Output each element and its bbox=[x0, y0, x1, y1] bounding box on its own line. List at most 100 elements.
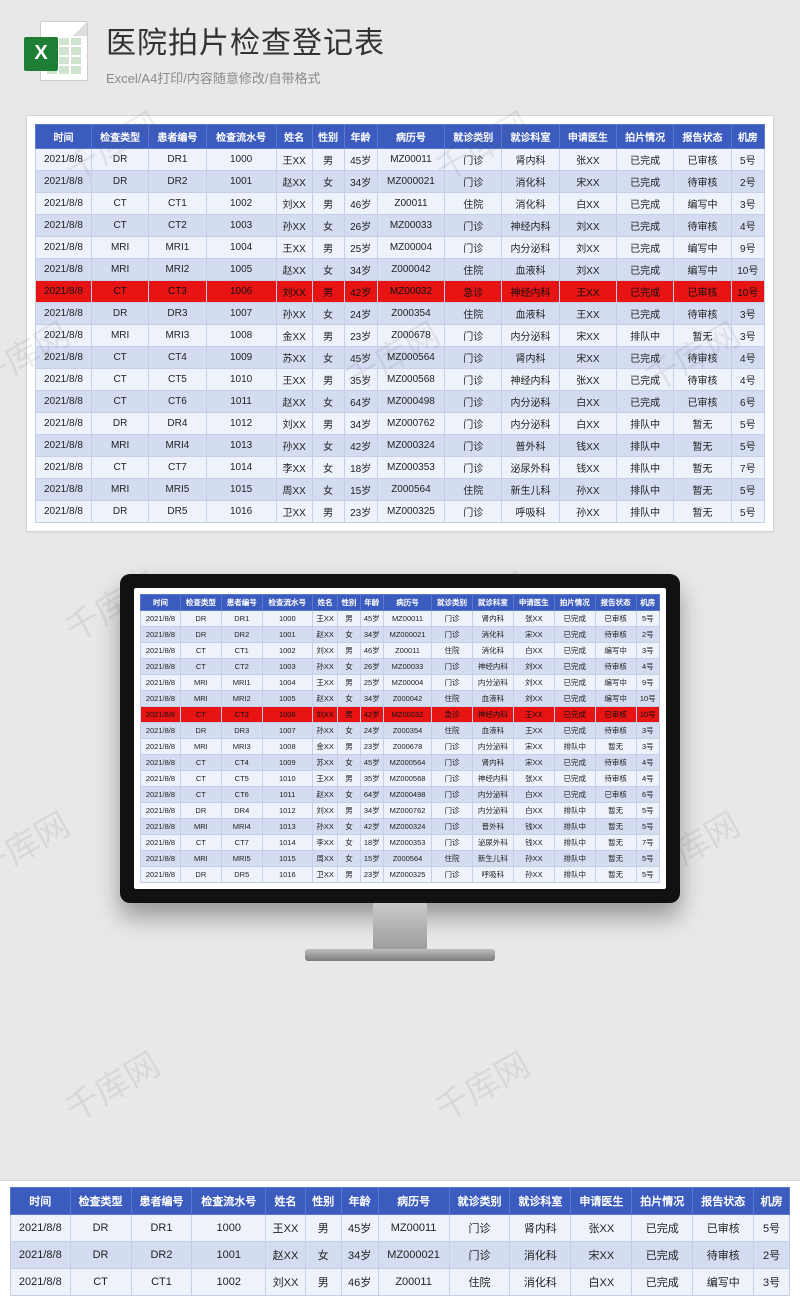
table-cell: DR1 bbox=[131, 1215, 192, 1242]
table-cell: MZ000568 bbox=[383, 771, 431, 787]
table-cell: 门诊 bbox=[432, 803, 473, 819]
table-cell: 门诊 bbox=[432, 675, 473, 691]
table-cell: 男 bbox=[312, 149, 344, 171]
table-cell: 1015 bbox=[262, 851, 312, 867]
table-cell: 6号 bbox=[636, 787, 659, 803]
table-cell: 18岁 bbox=[360, 835, 383, 851]
table-cell: 急诊 bbox=[432, 707, 473, 723]
table-cell: 钱XX bbox=[513, 819, 554, 835]
table-cell: 男 bbox=[312, 237, 344, 259]
table-cell: 2021/8/8 bbox=[36, 501, 92, 523]
table-cell: 已完成 bbox=[617, 391, 674, 413]
table-row: 2021/8/8CTCT61011赵XX女64岁MZ000498门诊内分泌科白X… bbox=[36, 391, 765, 413]
column-header: 年龄 bbox=[344, 125, 377, 149]
table-cell: 门诊 bbox=[445, 215, 502, 237]
table-cell: 男 bbox=[338, 739, 360, 755]
table-cell: 张XX bbox=[513, 611, 554, 627]
table-cell: 已完成 bbox=[554, 691, 595, 707]
table-row: 2021/8/8DRDR51016卫XX男23岁MZ000325门诊呼吸科孙XX… bbox=[141, 867, 660, 883]
table-cell: MRI4 bbox=[149, 435, 206, 457]
table-cell: CT5 bbox=[149, 369, 206, 391]
table-cell: 肾内科 bbox=[472, 755, 513, 771]
table-cell: 住院 bbox=[432, 691, 473, 707]
table-cell: 女 bbox=[338, 819, 360, 835]
table-cell: Z00011 bbox=[378, 1269, 449, 1296]
column-header: 机房 bbox=[731, 125, 764, 149]
table-cell: 1005 bbox=[206, 259, 276, 281]
table-cell: MZ000498 bbox=[383, 787, 431, 803]
table-cell: 王XX bbox=[559, 303, 616, 325]
table-cell: 宋XX bbox=[513, 739, 554, 755]
table-cell: 2021/8/8 bbox=[36, 215, 92, 237]
table-cell: CT2 bbox=[221, 659, 262, 675]
page-title: 医院拍片检查登记表 bbox=[106, 18, 776, 62]
table-cell: CT bbox=[91, 215, 148, 237]
table-cell: 李XX bbox=[312, 835, 337, 851]
table-cell: Z000042 bbox=[383, 691, 431, 707]
table-cell: 宋XX bbox=[559, 171, 616, 193]
table-cell: 神经内科 bbox=[472, 707, 513, 723]
table-cell: 男 bbox=[312, 369, 344, 391]
table-cell: 血液科 bbox=[472, 723, 513, 739]
table-cell: 男 bbox=[312, 501, 344, 523]
table-row: 2021/8/8DRDR41012刘XX男34岁MZ000762门诊内分泌科白X… bbox=[36, 413, 765, 435]
table-cell: 刘XX bbox=[559, 215, 616, 237]
table-cell: CT bbox=[180, 707, 221, 723]
table-cell: 2021/8/8 bbox=[36, 171, 92, 193]
table-cell: CT bbox=[91, 369, 148, 391]
table-cell: 2021/8/8 bbox=[141, 851, 181, 867]
table-cell: 46岁 bbox=[341, 1269, 378, 1296]
table-row: 2021/8/8DRDR31007孙XX女24岁Z000354住院血液科王XX已… bbox=[36, 303, 765, 325]
table-cell: Z000354 bbox=[383, 723, 431, 739]
table-cell: 男 bbox=[338, 771, 360, 787]
table-cell: 2号 bbox=[754, 1242, 790, 1269]
table-cell: 2021/8/8 bbox=[141, 627, 181, 643]
table-cell: 门诊 bbox=[445, 149, 502, 171]
table-cell: 男 bbox=[305, 1215, 341, 1242]
table-cell: 2021/8/8 bbox=[36, 259, 92, 281]
table-cell: DR bbox=[180, 627, 221, 643]
table-cell: 1014 bbox=[262, 835, 312, 851]
table-cell: MRI2 bbox=[221, 691, 262, 707]
table-cell: 3号 bbox=[636, 739, 659, 755]
column-header: 拍片情况 bbox=[632, 1188, 693, 1215]
table-cell: 女 bbox=[338, 755, 360, 771]
table-cell: 赵XX bbox=[276, 259, 312, 281]
table-row: 2021/8/8DRDR51016卫XX男23岁MZ000325门诊呼吸科孙XX… bbox=[36, 501, 765, 523]
table-cell: 神经内科 bbox=[472, 659, 513, 675]
table-row: 2021/8/8MRIMRI11004王XX男25岁MZ00004门诊内分泌科刘… bbox=[141, 675, 660, 691]
column-header: 年龄 bbox=[341, 1188, 378, 1215]
table-cell: 2021/8/8 bbox=[36, 347, 92, 369]
table-cell: 已完成 bbox=[632, 1269, 693, 1296]
table-cell: 女 bbox=[338, 851, 360, 867]
table-cell: MZ00032 bbox=[383, 707, 431, 723]
table-cell: 待审核 bbox=[674, 171, 731, 193]
table-row: 2021/8/8MRIMRI41013孙XX女42岁MZ000324门诊普外科钱… bbox=[36, 435, 765, 457]
table-cell: 42岁 bbox=[360, 707, 383, 723]
table-cell: MRI3 bbox=[221, 739, 262, 755]
page-header: X 医院拍片检查登记表 Excel/A4打印/内容随意修改/自带格式 bbox=[0, 0, 800, 101]
table-cell: DR bbox=[70, 1242, 131, 1269]
table-cell: 女 bbox=[312, 391, 344, 413]
table-cell: 住院 bbox=[445, 479, 502, 501]
table-cell: 1000 bbox=[192, 1215, 266, 1242]
table-cell: Z000678 bbox=[383, 739, 431, 755]
table-cell: 内分泌科 bbox=[502, 325, 559, 347]
column-header: 患者编号 bbox=[131, 1188, 192, 1215]
table-cell: 周XX bbox=[312, 851, 337, 867]
table-cell: 2021/8/8 bbox=[141, 803, 181, 819]
table-cell: 金XX bbox=[312, 739, 337, 755]
table-cell: 宋XX bbox=[571, 1242, 632, 1269]
table-cell: 宋XX bbox=[513, 627, 554, 643]
column-header: 拍片情况 bbox=[554, 595, 595, 611]
table-cell: 1001 bbox=[192, 1242, 266, 1269]
table-cell: 2021/8/8 bbox=[141, 867, 181, 883]
table-cell: DR bbox=[180, 611, 221, 627]
table-cell: 1006 bbox=[206, 281, 276, 303]
table-cell: 42岁 bbox=[360, 819, 383, 835]
table-cell: 暂无 bbox=[674, 501, 731, 523]
table-cell: 宋XX bbox=[513, 755, 554, 771]
table-cell: DR5 bbox=[221, 867, 262, 883]
table-cell: 排队中 bbox=[554, 819, 595, 835]
table-cell: 暂无 bbox=[674, 325, 731, 347]
